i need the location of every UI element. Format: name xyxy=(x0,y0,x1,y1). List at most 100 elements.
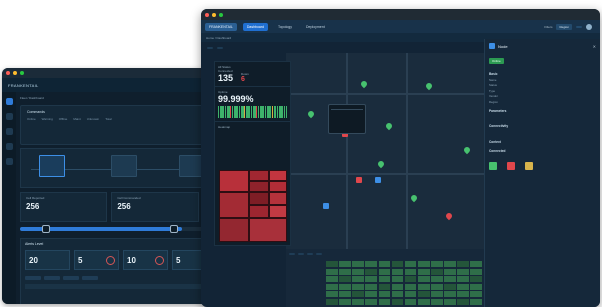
grid-cell[interactable] xyxy=(352,283,364,290)
grid-cell[interactable] xyxy=(339,261,351,268)
grid-cell[interactable] xyxy=(417,283,430,290)
close-icon[interactable]: ✕ xyxy=(593,44,596,49)
alert-total[interactable]: 20 xyxy=(25,250,70,270)
filter-chip[interactable] xyxy=(82,276,98,280)
filter-pill[interactable] xyxy=(316,252,322,255)
maximize-dot-icon[interactable] xyxy=(20,71,24,75)
warning-icon[interactable] xyxy=(525,161,533,170)
grid-cell[interactable] xyxy=(391,291,404,298)
grid-cell[interactable] xyxy=(404,268,417,275)
tab-topology[interactable]: Topology xyxy=(274,23,296,31)
grid-cell[interactable] xyxy=(431,268,443,275)
grid-cell[interactable] xyxy=(470,268,482,275)
grid-cell[interactable] xyxy=(391,261,404,268)
filter-pill[interactable] xyxy=(307,252,313,255)
grid-cell[interactable] xyxy=(457,283,469,290)
map-pin-icon[interactable] xyxy=(444,211,454,221)
topology-icon[interactable] xyxy=(5,128,13,135)
map-layer-select[interactable] xyxy=(207,46,213,49)
timeline-card[interactable] xyxy=(39,155,65,177)
map-pin-icon[interactable] xyxy=(359,79,369,89)
dashboard-icon[interactable] xyxy=(5,98,13,105)
grid-cell[interactable] xyxy=(404,283,417,290)
settings-icon[interactable] xyxy=(5,158,13,165)
heatmap-cell[interactable] xyxy=(249,170,269,181)
grid-cell[interactable] xyxy=(404,298,417,305)
grid-cell[interactable] xyxy=(444,276,456,283)
grid-cell[interactable] xyxy=(457,268,469,275)
online-icon[interactable] xyxy=(489,161,497,170)
grid-cell[interactable] xyxy=(457,261,469,268)
region-select[interactable]: Region xyxy=(556,23,572,30)
close-dot-icon[interactable] xyxy=(205,12,209,17)
grid-cell[interactable] xyxy=(431,298,443,305)
grid-cell[interactable] xyxy=(444,261,456,268)
grid-cell[interactable] xyxy=(326,283,338,290)
grid-cell[interactable] xyxy=(457,298,469,305)
heatmap-cell[interactable] xyxy=(219,192,249,218)
secondary-select[interactable] xyxy=(576,25,582,28)
grid-cell[interactable] xyxy=(339,291,351,298)
filter-pill[interactable] xyxy=(289,252,295,255)
heatmap-grid[interactable] xyxy=(219,170,287,242)
alert-critical[interactable]: 5 xyxy=(74,250,119,270)
grid-cell[interactable] xyxy=(404,291,417,298)
slider-handle[interactable] xyxy=(170,225,178,233)
grid-cell[interactable] xyxy=(378,276,391,283)
grid-cell[interactable] xyxy=(326,276,338,283)
grid-cell[interactable] xyxy=(326,268,338,275)
grid-cell[interactable] xyxy=(404,276,417,283)
map-filter-select[interactable] xyxy=(217,46,223,49)
heatmap-cell[interactable] xyxy=(249,218,287,242)
grid-cell[interactable] xyxy=(417,298,430,305)
grid-cell[interactable] xyxy=(339,268,351,275)
grid-cell[interactable] xyxy=(444,283,456,290)
grid-cell[interactable] xyxy=(339,276,351,283)
grid-cell[interactable] xyxy=(326,298,338,305)
grid-cell[interactable] xyxy=(431,283,443,290)
grid-cell[interactable] xyxy=(352,268,364,275)
map-pin-icon[interactable] xyxy=(376,159,386,169)
grid-cell[interactable] xyxy=(417,276,430,283)
grid-cell[interactable] xyxy=(470,291,482,298)
minimize-dot-icon[interactable] xyxy=(212,12,216,17)
filter-chip[interactable] xyxy=(63,276,79,280)
heatmap-cell[interactable] xyxy=(249,205,269,218)
filter-chip[interactable] xyxy=(44,276,60,280)
heatmap-cell[interactable] xyxy=(269,192,287,205)
grid-cell[interactable] xyxy=(417,261,430,268)
grid-cell[interactable] xyxy=(339,298,351,305)
grid-cell[interactable] xyxy=(470,261,482,268)
grid-cell[interactable] xyxy=(470,283,482,290)
grid-cell[interactable] xyxy=(431,261,443,268)
heatmap-cell[interactable] xyxy=(219,218,249,242)
grid-cell[interactable] xyxy=(352,298,364,305)
grid-cell[interactable] xyxy=(365,268,377,275)
grid-cell[interactable] xyxy=(378,291,391,298)
map-pin-icon[interactable] xyxy=(409,193,419,203)
grid-cell[interactable] xyxy=(391,276,404,283)
node-marker-icon[interactable] xyxy=(356,177,362,183)
tab-dashboard[interactable]: Dashboard xyxy=(242,22,268,31)
heatmap-cell[interactable] xyxy=(249,181,269,192)
grid-cell[interactable] xyxy=(326,261,338,268)
slider-handle[interactable] xyxy=(42,225,50,233)
grid-cell[interactable] xyxy=(378,268,391,275)
grid-cell[interactable] xyxy=(444,291,456,298)
grid-cell[interactable] xyxy=(431,291,443,298)
grid-cell[interactable] xyxy=(365,283,377,290)
grid-cell[interactable] xyxy=(431,276,443,283)
grid-cell[interactable] xyxy=(470,298,482,305)
grid-cell[interactable] xyxy=(417,291,430,298)
map-pin-icon[interactable] xyxy=(384,121,394,131)
node-marker-icon[interactable] xyxy=(375,177,381,183)
grid-cell[interactable] xyxy=(417,268,430,275)
network-map[interactable] xyxy=(286,53,484,249)
grid-cell[interactable] xyxy=(444,268,456,275)
grid-cell[interactable] xyxy=(365,276,377,283)
alarm-icon[interactable] xyxy=(507,161,515,170)
grid-cell[interactable] xyxy=(326,291,338,298)
grid-cell[interactable] xyxy=(391,268,404,275)
grid-cell[interactable] xyxy=(378,298,391,305)
grid-cell[interactable] xyxy=(352,261,364,268)
